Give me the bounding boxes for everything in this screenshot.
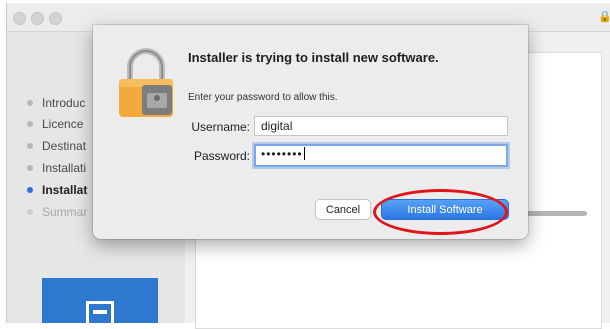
step-label: Introduc [42,96,86,110]
step-dot-icon [27,165,33,171]
dialog-message: Enter your password to allow this. [188,92,338,103]
zoom-window-button[interactable] [49,12,62,25]
step-label: Summar [42,205,88,219]
step-dot-icon [27,187,33,193]
step-dot-icon [27,100,33,106]
step-dot-icon [27,121,33,127]
password-field[interactable]: •••••••• [254,144,508,167]
lock-icon: 🔒 [598,11,610,23]
step-label: Destinat [42,139,87,153]
username-label: Username: [191,120,250,134]
package-icon [86,301,114,323]
step-label: Licence [42,117,84,131]
password-label: Password: [193,149,250,163]
dialog-title: Installer is trying to install new softw… [188,50,439,65]
step-label: Installat [42,183,88,197]
installer-logo [42,278,158,323]
password-dots: •••••••• [261,147,303,161]
progress-bar [527,211,587,216]
padlock-icon [119,48,173,117]
step-label: Installati [42,161,87,175]
text-caret [303,147,305,160]
step-dot-icon [27,209,33,215]
close-window-button[interactable] [13,12,26,25]
step-dot-icon [27,143,33,149]
minimize-window-button[interactable] [31,12,44,25]
authentication-dialog: Installer is trying to install new softw… [93,25,528,239]
cancel-button[interactable]: Cancel [315,199,371,220]
install-software-button[interactable]: Install Software [381,199,509,220]
username-field[interactable]: digital [254,116,508,136]
